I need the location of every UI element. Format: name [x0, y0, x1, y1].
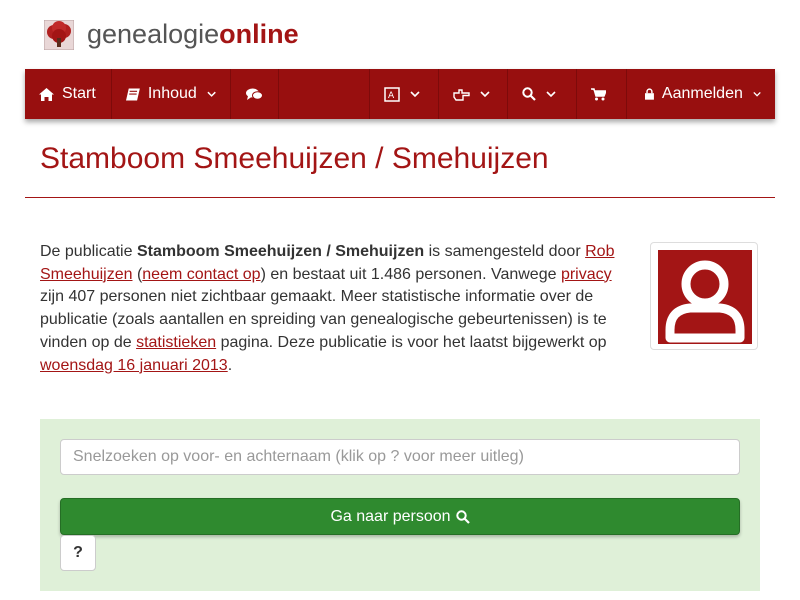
- nav-start[interactable]: Start: [25, 69, 112, 119]
- privacy-link[interactable]: privacy: [561, 266, 612, 283]
- logo-suffix: online: [219, 19, 299, 49]
- nav-login[interactable]: Aanmelden: [627, 69, 775, 119]
- search-icon: [522, 87, 536, 101]
- book-icon: [126, 88, 140, 100]
- last-updated-link[interactable]: woensdag 16 januari 2013: [40, 357, 228, 374]
- nav-cart[interactable]: [577, 69, 627, 119]
- intro-text: pagina. Deze publicatie is voor het laat…: [216, 333, 607, 351]
- chevron-down-icon: [410, 90, 420, 97]
- nav-contents-label: Inhoud: [147, 85, 197, 102]
- nav-login-label: Aanmelden: [661, 85, 743, 102]
- svg-text:A: A: [388, 91, 395, 101]
- quick-search-panel: Ga naar persoon ?: [40, 419, 760, 591]
- site-header: genealogieonline: [0, 0, 800, 69]
- shopping-cart-icon: [591, 87, 606, 100]
- nav-chat[interactable]: [231, 69, 279, 119]
- chevron-down-icon: [480, 90, 490, 97]
- logo-prefix: genealogie: [87, 19, 220, 49]
- contact-link[interactable]: neem contact op: [142, 266, 260, 283]
- search-help-button[interactable]: ?: [60, 535, 96, 571]
- nav-search[interactable]: [508, 69, 577, 119]
- language-icon: A: [384, 86, 400, 102]
- chevron-down-icon: [207, 91, 216, 97]
- chat-icon: [246, 88, 263, 100]
- go-to-person-label: Ga naar persoon: [330, 507, 451, 525]
- nav-contents[interactable]: Inhoud: [112, 69, 231, 119]
- nav-language[interactable]: A: [370, 69, 439, 119]
- go-to-person-button[interactable]: Ga naar persoon: [60, 498, 740, 535]
- intro-text: (: [132, 265, 143, 283]
- main-nav: Start Inhoud A Aanmelden: [25, 69, 775, 119]
- publication-name: Stamboom Smeehuijzen / Smehuijzen: [136, 243, 425, 260]
- intro-text: is samengesteld door: [424, 243, 586, 260]
- title-divider: [25, 197, 775, 198]
- chevron-down-icon: [546, 90, 556, 97]
- nav-start-label: Start: [62, 85, 96, 102]
- intro-text: .: [227, 356, 233, 374]
- chevron-down-icon: [753, 91, 761, 97]
- user-icon: [665, 260, 745, 343]
- nav-share[interactable]: [439, 69, 508, 119]
- statistics-link[interactable]: statistieken: [136, 334, 216, 351]
- author-avatar[interactable]: [650, 242, 758, 350]
- lock-icon: [645, 88, 654, 100]
- home-icon: [39, 87, 54, 101]
- intro-text: De publicatie: [40, 243, 137, 260]
- site-logo[interactable]: genealogieonline: [87, 17, 299, 51]
- hand-point-icon: [453, 88, 470, 101]
- page-title: Stamboom Smeehuijzen / Smehuijzen: [40, 142, 549, 175]
- tree-logo-icon[interactable]: [44, 20, 74, 50]
- search-icon: [455, 509, 470, 524]
- quick-search-input[interactable]: [60, 439, 740, 475]
- publication-intro: De publicatie Stamboom Smeehuijzen / Sme…: [40, 241, 620, 377]
- intro-text: ) en bestaat uit 1.486 personen. Vanwege: [260, 265, 561, 283]
- avatar-image: [658, 250, 752, 344]
